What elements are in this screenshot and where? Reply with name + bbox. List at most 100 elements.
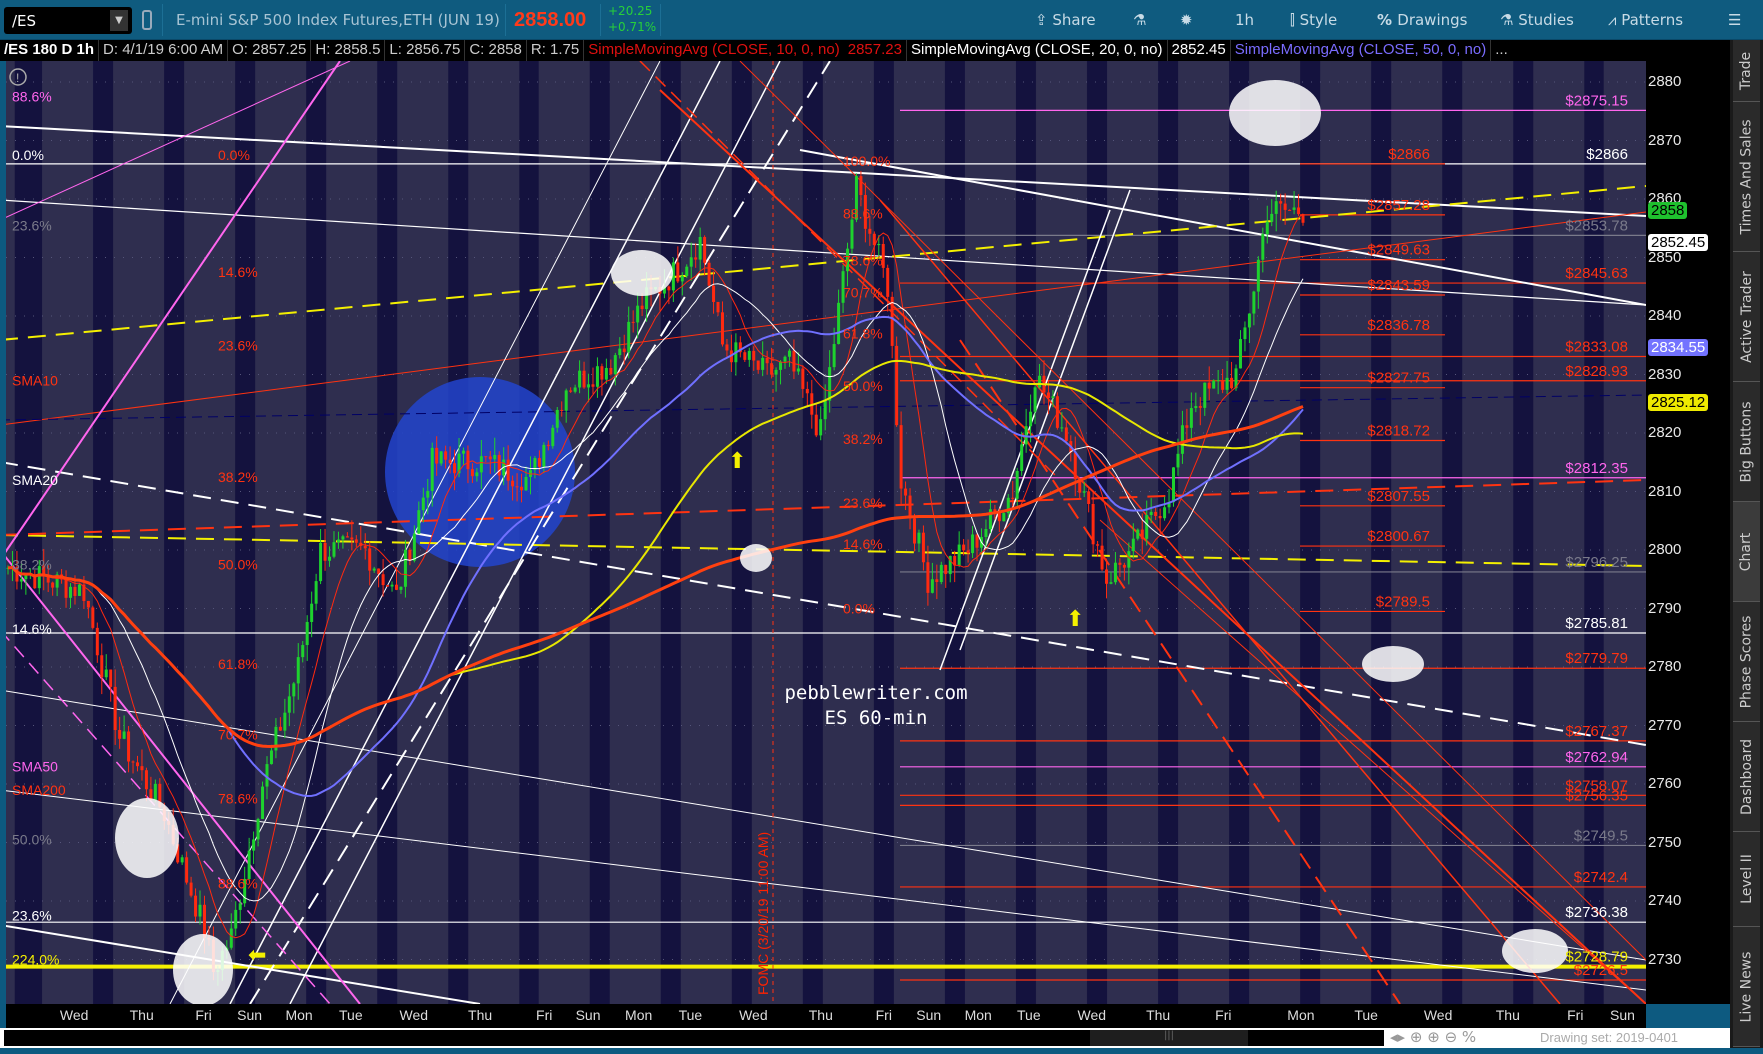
candle-body (1029, 411, 1033, 427)
candle-body (904, 488, 908, 496)
style-button[interactable]: ⫿ Style (1290, 11, 1337, 29)
fib-label: 23.6% (12, 908, 52, 924)
candle-body (136, 762, 139, 767)
candle-body (966, 550, 970, 554)
time-axis[interactable]: Wed Thu Fri Sun Mon Tue Wed Thu Fri Sun Mon Tue Wed T… (6, 1004, 1646, 1028)
candle-body (832, 344, 836, 368)
price-tick: 2780 (1648, 658, 1682, 675)
drawing-set[interactable]: Drawing set: 2019-0401 (1540, 1030, 1678, 1045)
horizontal-scrollbar[interactable]: ||| (4, 1030, 1384, 1046)
bar-low: L: 2856.75 (385, 40, 466, 61)
up-arrow-icon: ⬆ (1066, 606, 1084, 631)
candle-body (426, 491, 430, 498)
more-studies[interactable]: ... (1491, 40, 1512, 61)
last-price: 2858.00 (514, 9, 587, 31)
settings-button[interactable]: ✹ (1180, 11, 1193, 29)
sidebar-tab-phase-scores[interactable]: Phase Scores (1733, 602, 1760, 722)
sidebar-tab-level-ii[interactable]: Level II (1733, 832, 1760, 927)
price-level-label: $2849.63 (1367, 242, 1430, 259)
candle-body (305, 621, 309, 646)
candle-body (743, 352, 747, 360)
sidebar-tab-times-and-sales[interactable]: Times And Sales (1733, 102, 1760, 252)
sidebar-tab-dashboard[interactable]: Dashboard (1733, 722, 1760, 832)
candle-body (1038, 375, 1042, 388)
candle-body (774, 369, 778, 375)
sidebar-tab-active-trader[interactable]: Active Trader (1733, 252, 1760, 382)
pan-icon[interactable]: ◂▸ (1390, 1028, 1405, 1046)
candle-body (73, 586, 77, 596)
time-label: Wed (1423, 1007, 1453, 1023)
drawings-button[interactable]: % Drawings (1377, 11, 1467, 29)
price-level-label: $2785.81 (1565, 615, 1628, 632)
fib-label: 0.0% (218, 147, 250, 163)
up-arrow-icon: ⬆ (728, 448, 746, 473)
candle-body (578, 370, 582, 388)
crosshair-icon[interactable]: ⊕ (1410, 1028, 1423, 1046)
candle-body (1221, 380, 1225, 390)
price-level-label: $2742.4 (1574, 869, 1628, 886)
candle-body (341, 536, 345, 540)
candle-body (819, 419, 823, 436)
sma10-label[interactable]: SimpleMovingAvg (CLOSE, 10, 0, no) (584, 40, 844, 61)
patterns-button[interactable]: ⩘ Patterns (1608, 11, 1683, 29)
zoom-out-icon[interactable]: ⊖ (1445, 1028, 1458, 1046)
candle-body (627, 321, 631, 353)
candle-body (1015, 470, 1019, 499)
sidebar-tab-live-news[interactable]: Live News (1733, 927, 1760, 1047)
fib-label: 61.8% (218, 656, 258, 672)
candle-body (1122, 564, 1126, 568)
scroll-thumb[interactable]: ||| (1090, 1030, 1248, 1046)
candle-body (412, 533, 416, 561)
price-axis[interactable]: 2880 2870 2860 2850 2840 2830 2820 2810 2800 2790… (1646, 61, 1730, 1004)
moving-averages (7, 213, 1304, 939)
candle-body (1011, 497, 1015, 499)
studies-button[interactable]: ⚗ Studies (1500, 11, 1574, 29)
sidebar-tab-trade[interactable]: Trade (1733, 40, 1760, 102)
sma50-label[interactable]: SimpleMovingAvg (CLOSE, 50, 0, no) (1231, 40, 1492, 61)
time-label: Sun (575, 1007, 601, 1023)
candle-body (939, 564, 943, 582)
zoom-in-icon[interactable]: ⊕ (1427, 1028, 1440, 1046)
candle-body (466, 450, 470, 470)
net-change: +20.25 (608, 4, 653, 18)
candle-body (1198, 406, 1202, 408)
share-button[interactable]: ⇪ Share (1035, 11, 1096, 29)
flask-icon: ⚗ (1500, 11, 1519, 29)
time-label: Thu (468, 1007, 493, 1023)
price-tick: 2820 (1648, 424, 1682, 441)
chevron-down-icon[interactable]: ▼ (110, 10, 128, 31)
candle-body (131, 761, 135, 763)
menu-button[interactable]: ☰ (1728, 11, 1741, 29)
candle-body (600, 366, 604, 380)
candle-body (372, 568, 376, 571)
time-label: Thu (1146, 1007, 1171, 1023)
link-icon[interactable] (142, 10, 152, 30)
sidebar-tab-chart[interactable]: Chart (1733, 502, 1760, 602)
candle-body (828, 367, 832, 401)
candle-body (609, 367, 613, 375)
timeframe-button[interactable]: 1h (1235, 11, 1254, 29)
price-level-label: $2736.38 (1565, 904, 1628, 921)
price-chart[interactable]: ⬆ ⬆ ⬅ ! $2875.15 $2866 $2866 $2857.28 $2853.… (6, 61, 1646, 1004)
candle-body (537, 458, 541, 467)
symbol-selector[interactable]: /ES ▼ (4, 7, 132, 34)
fib-label: SMA200 (12, 782, 66, 798)
percent-icon[interactable]: % (1462, 1028, 1476, 1046)
fib-label: 50.0% (843, 378, 883, 394)
price-badge: 2834.55 (1648, 338, 1709, 356)
candle-body (470, 469, 474, 477)
candle-body (546, 444, 550, 447)
sidebar-tab-label: Chart (1738, 532, 1755, 571)
candle-body (515, 486, 519, 488)
sma20-label[interactable]: SimpleMovingAvg (CLOSE, 20, 0, no) (907, 40, 1168, 61)
candle-body (1109, 582, 1113, 584)
candle-body (1163, 507, 1167, 519)
sidebar-tab-big-buttons[interactable]: Big Buttons (1733, 382, 1760, 502)
flask-button[interactable]: ⚗ (1133, 11, 1146, 29)
candle-body (461, 450, 465, 454)
fib-label: 88.6% (843, 206, 883, 222)
fib-label: 78.6% (843, 252, 883, 268)
candle-body (403, 549, 407, 587)
price-level-label: $2767.37 (1565, 723, 1628, 740)
sidebar-tab-label: Live News (1738, 951, 1755, 1022)
